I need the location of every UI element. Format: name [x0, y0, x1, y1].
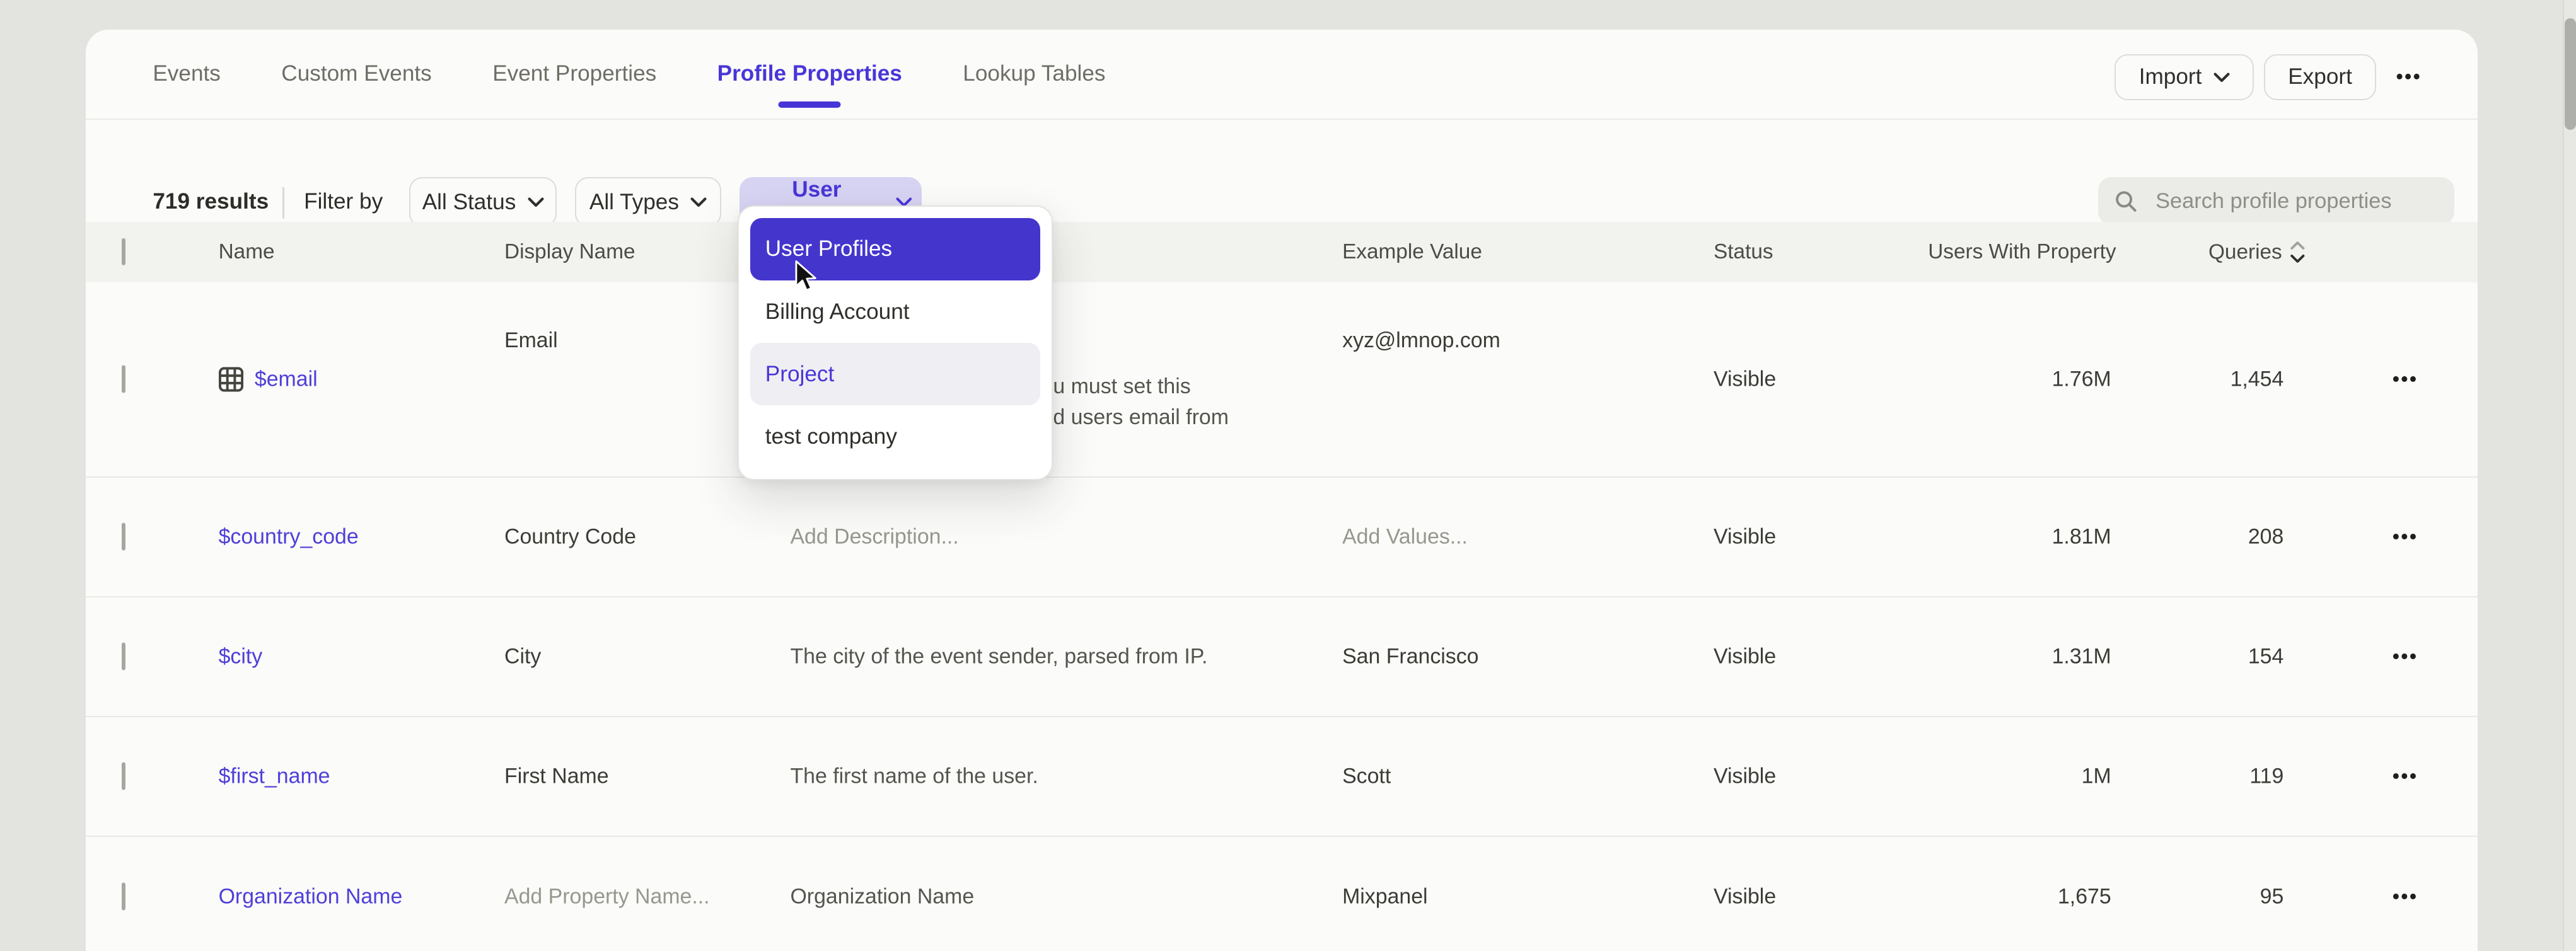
description-text: u must set this d users email from: [1053, 371, 1228, 427]
column-header-users-with-property: Users With Property: [1928, 240, 2116, 264]
properties-panel: Events Custom Events Event Properties Pr…: [86, 30, 2478, 951]
export-label: Export: [2288, 64, 2352, 89]
status-filter-label: All Status: [422, 190, 516, 215]
dropdown-item-test-company[interactable]: test company: [750, 405, 1040, 468]
row-actions-button[interactable]: •••: [2386, 368, 2425, 391]
active-tab-underline: [779, 101, 841, 108]
column-header-queries[interactable]: Queries: [2208, 239, 2307, 264]
status-value: Visible: [1714, 524, 1776, 549]
import-button[interactable]: Import: [2115, 54, 2254, 100]
example-value-cell[interactable]: Mixpanel: [1342, 884, 1695, 909]
row-checkbox[interactable]: [122, 763, 125, 790]
users-with-property-value: 1M: [2082, 764, 2111, 789]
property-name-link[interactable]: $email: [219, 367, 318, 391]
queries-value: 208: [2248, 524, 2284, 549]
tab-custom-events[interactable]: Custom Events: [281, 61, 431, 86]
queries-value: 95: [2260, 884, 2284, 909]
chevron-down-icon: [2213, 72, 2230, 83]
results-count: 719 results: [153, 189, 269, 214]
status-value: Visible: [1714, 645, 1776, 669]
tab-profile-properties[interactable]: Profile Properties: [717, 61, 902, 86]
example-value-cell[interactable]: xyz@lmnop.com: [1342, 328, 1695, 353]
row-actions-button[interactable]: •••: [2386, 765, 2425, 788]
tab-bar: Events Custom Events Event Properties Pr…: [153, 30, 1105, 118]
filter-divider: [282, 187, 284, 219]
status-value: Visible: [1714, 764, 1776, 789]
queries-header-label: Queries: [2208, 240, 2282, 264]
queries-value: 154: [2248, 645, 2284, 669]
tab-events[interactable]: Events: [153, 61, 221, 86]
description-cell: Organization Name: [790, 884, 1342, 909]
chevron-down-icon: [690, 197, 707, 207]
display-name-cell[interactable]: Country Code: [504, 524, 780, 549]
search-icon: [2115, 189, 2138, 214]
dropdown-item-project[interactable]: Project: [750, 343, 1040, 405]
property-name-label: $email: [255, 367, 318, 391]
column-header-name: Name: [219, 240, 275, 264]
example-value-cell[interactable]: San Francisco: [1342, 645, 1695, 669]
tab-lookup-tables[interactable]: Lookup Tables: [963, 61, 1105, 86]
property-name-link[interactable]: $country_code: [219, 524, 359, 549]
row-checkbox[interactable]: [122, 882, 125, 910]
tab-event-properties[interactable]: Event Properties: [492, 61, 656, 86]
table-type-icon: [219, 367, 243, 391]
search-box[interactable]: [2098, 177, 2455, 225]
table-body: $email Email u must set this d users ema…: [86, 282, 2478, 951]
row-checkbox[interactable]: [122, 365, 125, 393]
status-value: Visible: [1714, 367, 1776, 391]
sort-icon: [2289, 239, 2307, 264]
tabs-divider: [86, 118, 2478, 120]
scrollbar-thumb[interactable]: [2565, 18, 2576, 130]
property-name-link[interactable]: $city: [219, 645, 263, 669]
status-filter-button[interactable]: All Status: [409, 177, 557, 226]
profile-type-dropdown-menu: User Profiles Billing Account Project te…: [738, 205, 1053, 481]
table-row: Organization Name Add Property Name... O…: [86, 836, 2478, 950]
column-header-display-name: Display Name: [504, 240, 635, 264]
row-checkbox[interactable]: [122, 643, 125, 671]
queries-value: 119: [2249, 764, 2283, 789]
header-actions: Import Export •••: [2115, 54, 2432, 100]
users-with-property-value: 1.81M: [2052, 524, 2111, 549]
description-cell: The city of the event sender, parsed fro…: [790, 645, 1342, 669]
chevron-down-icon: [528, 197, 544, 207]
status-value: Visible: [1714, 884, 1776, 909]
users-with-property-value: 1,675: [2058, 884, 2111, 909]
export-button[interactable]: Export: [2264, 54, 2377, 100]
tab-profile-properties-label: Profile Properties: [717, 61, 902, 86]
description-cell: The first name of the user.: [790, 764, 1342, 789]
property-name-link[interactable]: $first_name: [219, 764, 330, 789]
import-label: Import: [2139, 64, 2202, 89]
example-value-cell[interactable]: Add Values...: [1342, 524, 1695, 549]
column-header-status: Status: [1714, 240, 1773, 264]
property-name-link[interactable]: Organization Name: [219, 884, 403, 909]
table-row: $email Email u must set this d users ema…: [86, 282, 2478, 476]
queries-value: 1,454: [2231, 367, 2284, 391]
type-filter-button[interactable]: All Types: [575, 177, 721, 226]
table-row: $country_code Country Code Add Descripti…: [86, 476, 2478, 596]
row-actions-button[interactable]: •••: [2386, 885, 2425, 908]
display-name-cell[interactable]: Add Property Name...: [504, 884, 780, 909]
filter-by-label: Filter by: [304, 189, 383, 214]
select-all-checkbox[interactable]: [122, 238, 125, 265]
table-row: $first_name First Name The first name of…: [86, 716, 2478, 836]
row-actions-button[interactable]: •••: [2386, 645, 2425, 668]
search-input[interactable]: [2152, 187, 2438, 215]
example-value-cell[interactable]: Scott: [1342, 764, 1695, 789]
mouse-cursor: [794, 260, 820, 296]
row-checkbox[interactable]: [122, 522, 125, 550]
row-actions-button[interactable]: •••: [2386, 526, 2425, 548]
display-name-cell[interactable]: First Name: [504, 764, 780, 789]
users-with-property-value: 1.76M: [2052, 367, 2111, 391]
table-header: Name Display Name Example Value Status U…: [86, 222, 2478, 282]
display-name-cell[interactable]: City: [504, 645, 780, 669]
scrollbar-track: [2563, 0, 2576, 951]
type-filter-label: All Types: [589, 190, 679, 215]
table-row: $city City The city of the event sender,…: [86, 596, 2478, 716]
profile-properties-screen: Events Custom Events Event Properties Pr…: [0, 0, 2576, 951]
description-cell[interactable]: Add Description...: [790, 524, 1342, 549]
users-with-property-value: 1.31M: [2052, 645, 2111, 669]
more-options-button[interactable]: •••: [2386, 66, 2432, 88]
column-header-example-value: Example Value: [1342, 240, 1482, 264]
